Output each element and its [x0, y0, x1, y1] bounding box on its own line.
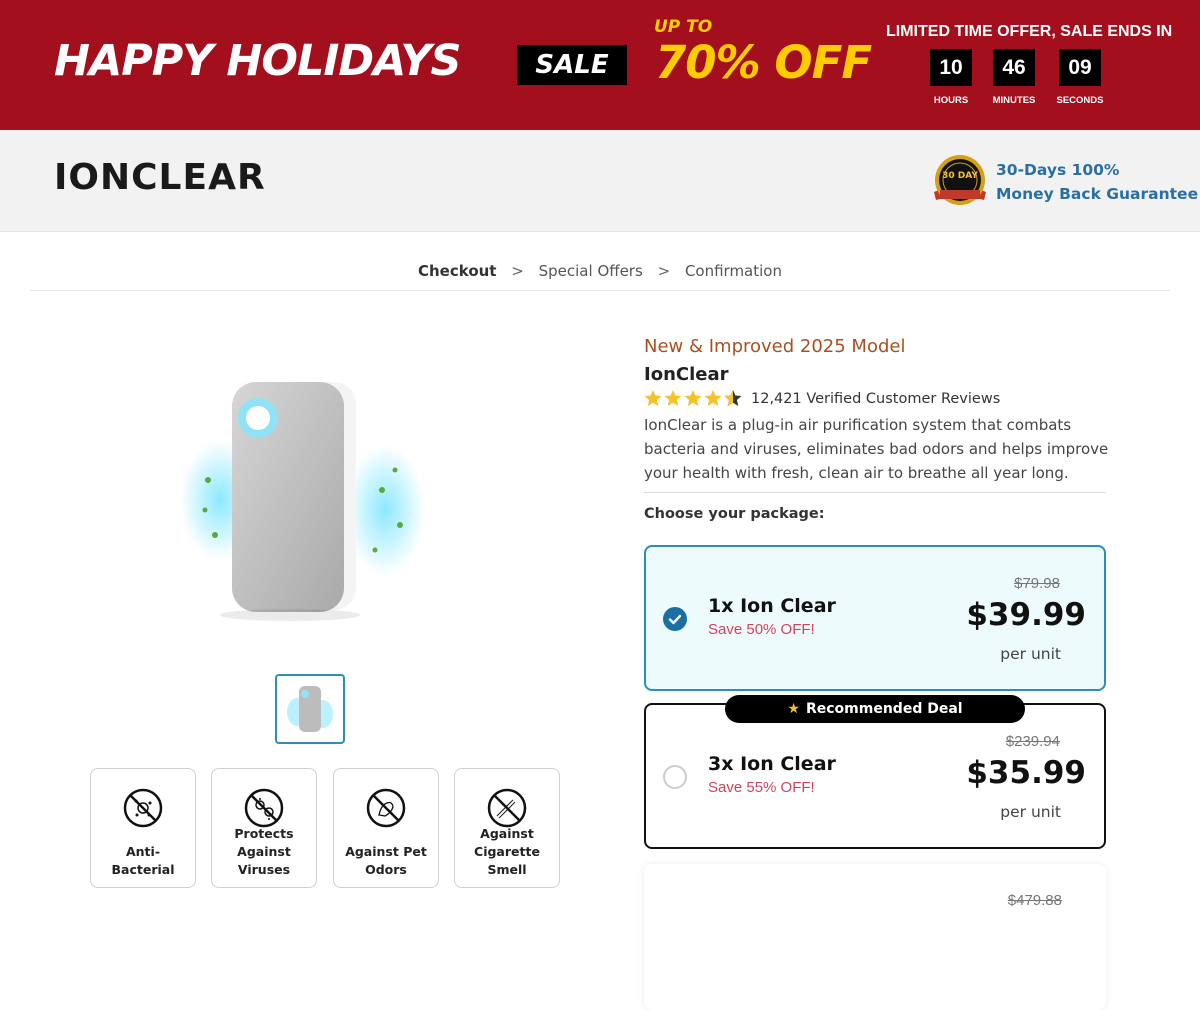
review-count[interactable]: 12,421 Verified Customer Reviews — [751, 391, 1000, 407]
countdown-minutes-label: MINUTES — [992, 95, 1036, 106]
guarantee-line-2: Money Back Guarantee — [996, 185, 1199, 203]
feature-label: Against Cigarette Smell — [474, 826, 540, 877]
package-price: $35.99 — [966, 755, 1086, 791]
thumbnail-image — [287, 686, 333, 732]
breadcrumb-separator: > — [511, 262, 524, 280]
sale-badge: SALE — [517, 45, 627, 85]
package-unit-label: per unit — [1000, 803, 1061, 821]
product-name: IonClear — [644, 364, 729, 385]
no-pet-icon — [366, 788, 406, 828]
breadcrumb: Checkout > Special Offers > Confirmation — [0, 262, 1200, 280]
package-option-1[interactable]: 1x Ion Clear Save 50% OFF! $79.98 $39.99… — [644, 545, 1106, 691]
checkmark-icon — [668, 614, 682, 625]
breadcrumb-separator: > — [657, 262, 671, 280]
limited-offer-text: LIMITED TIME OFFER, SALE ENDS IN — [886, 23, 1173, 40]
breadcrumb-confirmation[interactable]: Confirmation — [685, 262, 782, 280]
money-back-seal-icon: 30 DAY — [934, 155, 986, 205]
feature-cigarette-smell: Against Cigarette Smell — [454, 768, 560, 888]
product-thumbnail[interactable] — [275, 674, 345, 744]
guarantee-text: 30-Days 100% Money Back Guarantee — [996, 158, 1198, 206]
package-price: $39.99 — [966, 597, 1086, 633]
product-model: New & Improved 2025 Model — [644, 336, 906, 357]
package-quantity: 3x Ion Clear — [708, 753, 836, 775]
product-description: IonClear is a plug-in air purification s… — [644, 416, 1109, 482]
breadcrumb-special-offers[interactable]: Special Offers — [539, 262, 643, 280]
divider — [644, 492, 1106, 493]
site-header: IONCLEAR 30 DAY 30-Days 100% Money Back … — [0, 130, 1200, 232]
breadcrumb-checkout[interactable]: Checkout — [418, 262, 496, 280]
package-savings: Save 50% OFF! — [708, 621, 815, 638]
package-old-price: $239.94 — [1005, 733, 1060, 750]
promo-banner: HAPPY HOLIDAYS SALE UP TO 70% OFF LIMITE… — [0, 0, 1200, 130]
recommended-label: Recommended Deal — [805, 701, 963, 717]
package-old-price: $79.98 — [1014, 575, 1060, 592]
rating-stars — [644, 390, 742, 406]
ionclear-logo[interactable]: IONCLEAR — [54, 157, 266, 198]
countdown-seconds: 09 — [1059, 49, 1101, 86]
feature-label: Protects Against Viruses — [234, 826, 294, 877]
feature-pet-odors: Against Pet Odors — [333, 768, 439, 888]
countdown-minutes: 46 — [993, 49, 1035, 86]
seal-text: 30 DAY — [942, 171, 978, 181]
feature-anti-bacterial: Anti-Bacterial — [90, 768, 196, 888]
feature-label: Anti-Bacterial — [111, 844, 175, 877]
package-old-price: $479.88 — [1007, 892, 1062, 909]
star-icon: ★ — [787, 701, 800, 717]
product-image — [180, 382, 425, 621]
no-smoking-icon — [487, 788, 527, 828]
no-bacteria-icon — [123, 788, 163, 828]
banner-title: HAPPY HOLIDAYS — [54, 36, 461, 86]
divider — [30, 290, 1170, 291]
feature-virus-protection: Protects Against Viruses — [211, 768, 317, 888]
package-option-6[interactable]: $479.88 — [644, 864, 1106, 1010]
countdown-seconds-label: SECONDS — [1056, 95, 1104, 106]
guarantee-line-1: 30-Days 100% — [996, 161, 1120, 179]
feature-label: Against Pet Odors — [345, 844, 427, 877]
package-radio[interactable] — [663, 765, 687, 789]
no-virus-icon — [244, 788, 284, 828]
package-quantity: 1x Ion Clear — [708, 595, 836, 617]
package-option-3[interactable]: 3x Ion Clear Save 55% OFF! $239.94 $35.9… — [644, 703, 1106, 849]
package-savings: Save 55% OFF! — [708, 779, 815, 796]
discount-label: 70% OFF — [655, 36, 872, 89]
recommended-deal-badge: ★ Recommended Deal — [725, 695, 1025, 723]
countdown-hours: 10 — [930, 49, 972, 86]
choose-package-label: Choose your package: — [644, 506, 825, 522]
countdown-hours-label: HOURS — [933, 95, 969, 106]
package-unit-label: per unit — [1000, 645, 1061, 663]
up-to-label: UP TO — [654, 17, 713, 37]
package-radio-checked[interactable] — [663, 607, 687, 631]
